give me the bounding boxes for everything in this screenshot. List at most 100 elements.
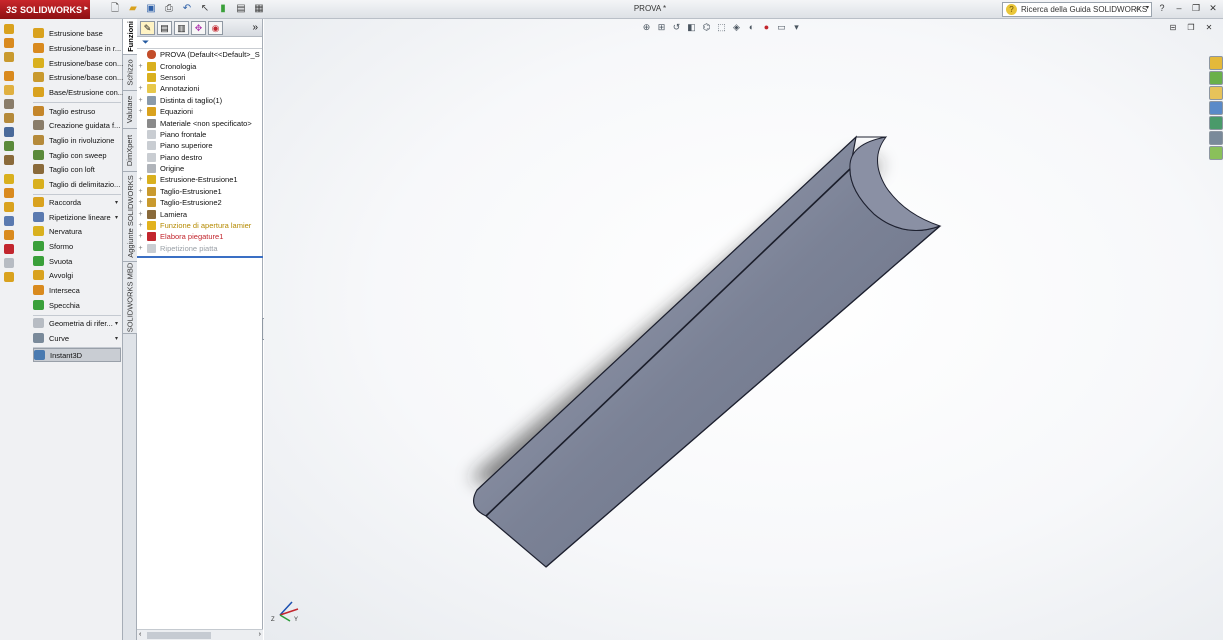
tree-node[interactable]: + Estrusione-Estrusione1 [137, 174, 262, 185]
tree-node[interactable]: PROVA (Default<<Default>_S [137, 49, 262, 60]
feature-tree-tab-icon[interactable]: ✎ [140, 20, 155, 35]
boundary-boss-button[interactable]: Base/Estrusione con... [33, 85, 124, 99]
chevron-down-icon[interactable]: ▾ [115, 320, 118, 327]
tree-node[interactable]: Materiale <non specificato> [137, 117, 262, 128]
file-properties-icon[interactable]: ▤ [234, 2, 248, 16]
save-icon[interactable]: ▣ [144, 2, 158, 16]
revolve-boss-button[interactable]: Estrusione/base in r... [33, 41, 121, 55]
new-document-icon[interactable]: 🗋 [108, 2, 122, 16]
chevron-down-icon[interactable]: ▾ [115, 335, 118, 342]
sweep-boss-icon[interactable] [0, 51, 28, 63]
tab-schizzo[interactable]: Schizzo [123, 55, 137, 91]
tree-node[interactable]: + Taglio-Estrusione1 [137, 186, 262, 197]
search-icon[interactable]: ⌕ [1135, 3, 1141, 14]
shell-icon[interactable] [0, 215, 28, 227]
tab-funzioni[interactable]: Funzioni [123, 19, 137, 55]
help-search-input[interactable]: ? Ricerca della Guida SOLIDWORKS ⌕ ▾ [1002, 2, 1152, 17]
lofted-cut-icon[interactable] [0, 126, 28, 138]
expand-icon[interactable]: + [137, 63, 144, 70]
tree-node[interactable]: + Annotazioni [137, 83, 262, 94]
scroll-left-icon[interactable]: ‹ [139, 631, 141, 638]
minimize-icon[interactable]: – [1173, 2, 1185, 14]
linear-pattern-icon[interactable] [0, 173, 28, 185]
tree-node[interactable]: + Elabora piegature1 [137, 231, 262, 242]
tree-node[interactable]: Piano destro [137, 152, 262, 163]
tree-node[interactable]: + Lamiera [137, 208, 262, 219]
display-manager-tab-icon[interactable]: ◉ [208, 20, 223, 35]
dimxpert-tab-icon[interactable]: ✥ [191, 20, 206, 35]
swept-cut-icon[interactable] [0, 112, 28, 124]
solidworks-logo[interactable]: 3S SOLIDWORKS ▸ [0, 0, 90, 19]
graphics-area[interactable]: ⊕ ⊞ ↺ ◧ ⌬ ⬚ ◈ ◐ ● ▭ ▾ ⊟ ❐ ✕ Z Y [264, 19, 1223, 640]
extruded-cut-button[interactable]: Taglio estruso [33, 104, 121, 118]
help-menu-icon[interactable]: ? [1156, 2, 1168, 14]
solidworks-resources-icon[interactable] [1209, 56, 1223, 70]
sweep-boss-button[interactable]: Estrusione/base con... [33, 56, 123, 70]
shell-button[interactable]: Svuota [33, 254, 121, 268]
tab-dimxpert[interactable]: DimXpert [123, 129, 137, 172]
tree-node[interactable]: + Taglio-Estrusione2 [137, 197, 262, 208]
wrap-button[interactable]: Avvolgi [33, 268, 121, 282]
horizontal-scrollbar[interactable]: ‹ › [137, 629, 263, 640]
rebuild-icon[interactable]: ▮ [216, 2, 230, 16]
reference-geometry-icon[interactable] [0, 257, 28, 269]
chevron-down-icon[interactable]: ▾ [1146, 4, 1149, 11]
wrap-icon[interactable] [0, 229, 28, 241]
undo-icon[interactable]: ↶ [180, 2, 194, 16]
boundary-cut-button[interactable]: Taglio di delimitazio... [33, 177, 121, 191]
hole-wizard-icon[interactable] [0, 84, 28, 96]
expand-icon[interactable]: + [137, 176, 144, 183]
fillet-icon[interactable] [0, 154, 28, 166]
design-library-icon[interactable] [1209, 71, 1223, 85]
draft-button[interactable]: Sformo [33, 239, 121, 253]
mirror-button[interactable]: Specchia [33, 298, 121, 312]
loft-boss-button[interactable]: Estrusione/base con... [33, 70, 123, 84]
rollback-bar[interactable] [137, 256, 263, 259]
scroll-right-icon[interactable]: › [259, 631, 261, 638]
rib-button[interactable]: Nervatura [33, 224, 121, 238]
tree-node[interactable]: Piano frontale [137, 129, 262, 140]
custom-properties-icon[interactable] [1209, 131, 1223, 145]
intersect-icon[interactable] [0, 243, 28, 255]
sheet-metal-half-tube-model[interactable] [264, 19, 1209, 640]
expand-icon[interactable]: + [137, 245, 144, 252]
tab-valutare[interactable]: Valutare [123, 91, 137, 129]
select-cursor-icon[interactable]: ↖ [198, 2, 212, 16]
tree-node[interactable]: + Equazioni [137, 106, 262, 117]
appearances-scenes-icon[interactable] [1209, 116, 1223, 130]
boundary-cut-icon[interactable] [0, 140, 28, 152]
revolve-boss-icon[interactable] [0, 37, 28, 49]
expand-icon[interactable]: + [137, 85, 144, 92]
tree-node[interactable]: + Distinta di taglio(1) [137, 95, 262, 106]
tab-solidworks-mbd[interactable]: SOLIDWORKS MBD [123, 262, 137, 334]
chevron-down-icon[interactable]: ▾ [115, 199, 118, 206]
file-explorer-icon[interactable] [1209, 86, 1223, 100]
more-tabs-icon[interactable]: » [252, 22, 258, 33]
revolved-cut-button[interactable]: Taglio in rivoluzione [33, 133, 121, 147]
fillet-button[interactable]: Raccorda ▾ [33, 195, 121, 209]
extrude-boss-icon[interactable] [0, 23, 28, 35]
filter-icon[interactable]: ⏷ [137, 37, 262, 49]
scroll-thumb[interactable] [147, 632, 211, 639]
draft-icon[interactable] [0, 201, 28, 213]
solidworks-forum-icon[interactable] [1209, 146, 1223, 160]
lofted-cut-button[interactable]: Taglio con loft [33, 162, 121, 176]
linear-pattern-button[interactable]: Ripetizione lineare ▾ [33, 210, 121, 224]
rib-icon[interactable] [0, 187, 28, 199]
expand-icon[interactable]: + [137, 188, 144, 195]
reference-geometry-button[interactable]: Geometria di rifer... ▾ [33, 316, 121, 330]
options-icon[interactable]: ▦ [252, 2, 266, 16]
intersect-button[interactable]: Interseca [33, 283, 121, 297]
extruded-cut-icon[interactable] [0, 70, 28, 82]
print-icon[interactable]: ⎙ [162, 2, 176, 16]
tree-node[interactable]: Sensori [137, 72, 262, 83]
expand-icon[interactable]: + [137, 199, 144, 206]
expand-icon[interactable]: + [137, 211, 144, 218]
extrude-boss-button[interactable]: Estrusione base [33, 26, 121, 40]
expand-icon[interactable]: + [137, 222, 144, 229]
open-folder-icon[interactable]: ▰ [126, 2, 140, 16]
expand-icon[interactable]: + [137, 233, 144, 240]
configuration-manager-tab-icon[interactable]: ▥ [174, 20, 189, 35]
curves-icon[interactable] [0, 271, 28, 283]
tab-aggiunte-solidworks[interactable]: Aggiunte SOLIDWORKS [123, 172, 137, 262]
